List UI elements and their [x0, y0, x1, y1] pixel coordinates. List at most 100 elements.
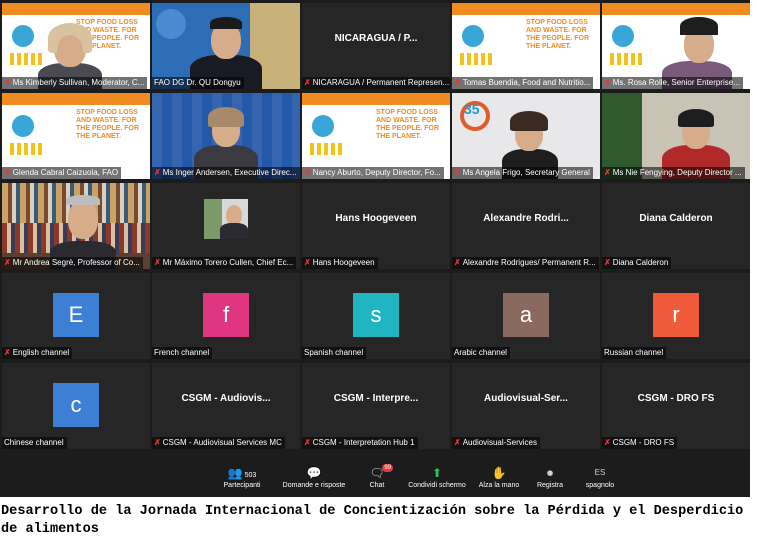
- participant-tile[interactable]: CSGM - DRO FS ✗ CSGM - DRO FS: [602, 363, 750, 449]
- participant-display-name: Hans Hoogeveen: [335, 213, 417, 224]
- muted-mic-icon: ✗: [4, 168, 11, 177]
- participant-display-name: Diana Calderon: [639, 213, 713, 224]
- interpretation-label: spagnolo: [585, 482, 615, 489]
- participant-name: Ms Inger Andersen, Executive Direc...: [162, 168, 297, 177]
- muted-mic-icon: ✗: [154, 168, 161, 177]
- participant-name: Hans Hoogeveen: [312, 258, 375, 267]
- participant-name: Mr Andrea Segrè, Professor of Co...: [12, 258, 140, 267]
- interpretation-button[interactable]: ES spagnolo: [578, 466, 622, 490]
- avatar: r: [653, 293, 699, 337]
- share-screen-label: Condividi schermo: [408, 482, 466, 489]
- avatar: a: [503, 293, 549, 337]
- raise-hand-label: Alza la mano: [478, 482, 520, 489]
- participant-tile[interactable]: STOP FOOD LOSS AND WASTE. FOR THE PEOPLE…: [302, 93, 450, 179]
- qa-button[interactable]: 💬 Domande e risposte: [276, 466, 352, 490]
- participant-tile[interactable]: s Spanish channel: [302, 273, 450, 359]
- participant-name: English channel: [12, 348, 70, 357]
- participant-tile[interactable]: f French channel: [152, 273, 300, 359]
- avatar: c: [53, 383, 99, 427]
- muted-mic-icon: ✗: [604, 168, 611, 177]
- record-button[interactable]: ⏺ Registra: [530, 466, 570, 490]
- participant-grid: STOP FOOD LOSS AND WASTE. FOR THE PEOPLE…: [2, 3, 750, 457]
- muted-mic-icon: ✗: [304, 78, 311, 87]
- participant-tile[interactable]: Hans Hoogeveen ✗ Hans Hoogeveen: [302, 183, 450, 269]
- record-label: Registra: [536, 482, 564, 489]
- participants-label: Partecipanti: [223, 482, 261, 489]
- participant-tile[interactable]: STOP FOOD LOSS AND WASTE. FOR THE PEOPLE…: [452, 3, 600, 89]
- participant-display-name: CSGM - Audiovis...: [181, 393, 271, 404]
- participant-tile[interactable]: CSGM - Audiovis... ✗ CSGM - Audiovisual S…: [152, 363, 300, 449]
- avatar: E: [53, 293, 99, 337]
- participant-name: Alexandre Rodrigues/ Permanent R...: [462, 258, 596, 267]
- participant-name: Nancy Aburto, Deputy Director, Fo...: [312, 168, 441, 177]
- participant-name: CSGM - Interpretation Hub 1: [312, 438, 415, 447]
- share-screen-button[interactable]: ⬆ Condividi schermo: [402, 466, 472, 490]
- participant-display-name: Alexandre Rodri...: [483, 213, 569, 224]
- muted-mic-icon: ✗: [454, 78, 461, 87]
- muted-mic-icon: ✗: [454, 258, 461, 267]
- participant-display-name: CSGM - DRO FS: [637, 393, 715, 404]
- participant-tile[interactable]: ✗ Ms Inger Andersen, Executive Direc...: [152, 93, 300, 179]
- participant-tile[interactable]: CSGM - Interpre... ✗ CSGM - Interpretatio…: [302, 363, 450, 449]
- participant-name: Mr Máximo Torero Cullen, Chief Ec...: [162, 258, 294, 267]
- participant-tile[interactable]: FAO DG Dr. QU Dongyu: [152, 3, 300, 89]
- participant-name: Ms Angela Frigo, Secretary General: [462, 168, 590, 177]
- profile-photo: [204, 199, 248, 239]
- participant-name: FAO DG Dr. QU Dongyu: [154, 78, 241, 87]
- participant-tile[interactable]: STOP FOOD LOSS AND WASTE. FOR THE PEOPLE…: [2, 93, 150, 179]
- participant-name: CSGM - Audiovisual Services MC: [162, 438, 282, 447]
- participant-name: Audiovisual-Services: [462, 438, 537, 447]
- participant-name: Spanish channel: [304, 348, 364, 357]
- muted-mic-icon: ✗: [4, 258, 11, 267]
- participant-name: Russian channel: [604, 348, 664, 357]
- qa-label: Domande e risposte: [282, 482, 346, 489]
- muted-mic-icon: ✗: [304, 168, 311, 177]
- participant-tile[interactable]: 35 ✗ Ms Angela Frigo, Secretary General: [452, 93, 600, 179]
- raise-hand-button[interactable]: ✋ Alza la mano: [474, 466, 524, 490]
- participant-name: Diana Calderon: [612, 258, 669, 267]
- participant-tile[interactable]: ✗ Mr Andrea Segrè, Professor of Co...: [2, 183, 150, 269]
- participant-tile[interactable]: a Arabic channel: [452, 273, 600, 359]
- participant-tile[interactable]: ✗ Mr Máximo Torero Cullen, Chief Ec...: [152, 183, 300, 269]
- muted-mic-icon: ✗: [154, 438, 161, 447]
- muted-mic-icon: ✗: [454, 438, 461, 447]
- participant-name: NICARAGUA / Permanent Represen...: [312, 78, 450, 87]
- participant-name: Glenda Cabral Caizuola, FAO: [12, 168, 119, 177]
- participant-display-name: Audiovisual-Ser...: [484, 393, 568, 404]
- chat-icon: 🗨 99: [369, 464, 393, 480]
- participant-name: Arabic channel: [454, 348, 507, 357]
- participant-tile[interactable]: NICARAGUA / P... ✗ NICARAGUA / Permanent …: [302, 3, 450, 89]
- participant-tile[interactable]: r Russian channel: [602, 273, 750, 359]
- muted-mic-icon: ✗: [304, 258, 311, 267]
- muted-mic-icon: ✗: [604, 258, 611, 267]
- photo-caption: Desarrollo de la Jornada Internacional d…: [1, 504, 744, 537]
- chat-button[interactable]: 🗨 99 Chat: [360, 464, 394, 490]
- participant-name: Tomas Buendia, Food and Nutritio...: [462, 78, 591, 87]
- zoom-meeting-window: STOP FOOD LOSS AND WASTE. FOR THE PEOPLE…: [0, 0, 750, 497]
- participant-tile[interactable]: Audiovisual-Ser... ✗ Audiovisual-Services: [452, 363, 600, 449]
- muted-mic-icon: ✗: [454, 168, 461, 177]
- raise-hand-icon: ✋: [491, 466, 507, 480]
- qa-icon: 💬: [306, 466, 322, 480]
- participant-name: Ms. Rosa Rolle, Senior Enterprise...: [612, 78, 740, 87]
- muted-mic-icon: ✗: [154, 258, 161, 267]
- participant-tile[interactable]: ✗ Ms Nie Fengying, Deputy Director ...: [602, 93, 750, 179]
- participant-name: CSGM - DRO FS: [612, 438, 675, 447]
- participants-button[interactable]: 👥 503 Partecipanti: [212, 466, 272, 490]
- muted-mic-icon: ✗: [604, 78, 611, 87]
- participant-count: 503: [244, 472, 257, 479]
- participant-tile[interactable]: c Chinese channel: [2, 363, 150, 449]
- muted-mic-icon: ✗: [4, 78, 11, 87]
- participant-tile[interactable]: STOP FOOD LOSS AND WASTE. FOR THE PEOPLE…: [2, 3, 150, 89]
- muted-mic-icon: ✗: [304, 438, 311, 447]
- participant-name: Chinese channel: [4, 438, 64, 447]
- chat-badge: 99: [382, 464, 393, 472]
- avatar: s: [353, 293, 399, 337]
- participant-tile[interactable]: E ✗ English channel: [2, 273, 150, 359]
- muted-mic-icon: ✗: [604, 438, 611, 447]
- participant-tile[interactable]: ✗ Ms. Rosa Rolle, Senior Enterprise...: [602, 3, 750, 89]
- participant-tile[interactable]: Alexandre Rodri... ✗ Alexandre Rodrigues/…: [452, 183, 600, 269]
- participant-tile[interactable]: Diana Calderon ✗ Diana Calderon: [602, 183, 750, 269]
- participant-display-name: NICARAGUA / P...: [334, 33, 418, 44]
- share-screen-icon: ⬆: [431, 466, 443, 480]
